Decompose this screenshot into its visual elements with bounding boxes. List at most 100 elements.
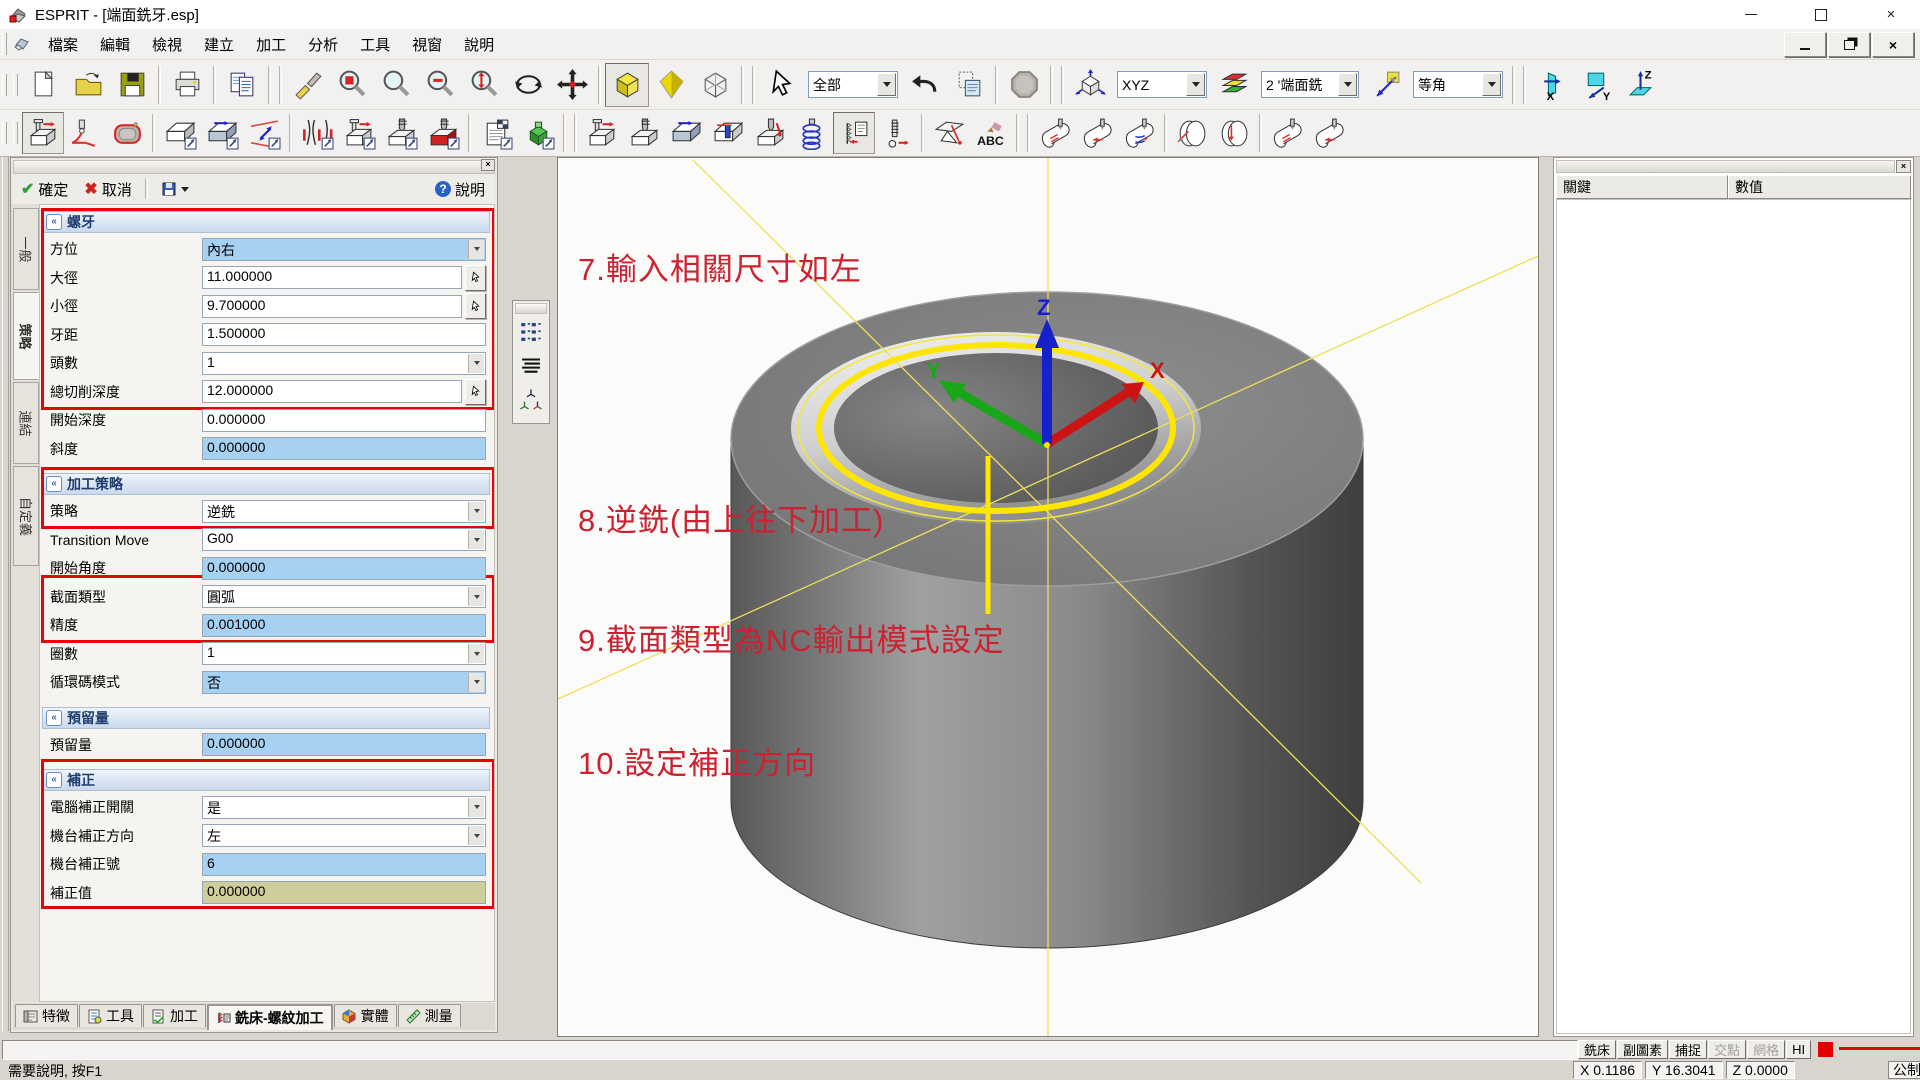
wall-op-icon[interactable]: [707, 112, 749, 154]
menu-3[interactable]: 建立: [193, 34, 245, 57]
side-tab-3[interactable]: 自定義: [13, 466, 39, 566]
selection-filter-combo[interactable]: 全部: [808, 71, 898, 98]
select-field[interactable]: 1: [202, 352, 486, 375]
menu-4[interactable]: 加工: [245, 34, 297, 57]
shaded-view-icon[interactable]: [605, 63, 649, 107]
chevron-down-icon[interactable]: [468, 502, 484, 521]
menu-2[interactable]: 檢視: [141, 34, 193, 57]
solid-block-icon[interactable]: [517, 112, 559, 154]
chevron-down-icon[interactable]: [468, 644, 484, 663]
toggle-1[interactable]: 副圖素: [1617, 1040, 1668, 1059]
rendered-view-icon[interactable]: [649, 63, 693, 107]
thread-cycle-icon[interactable]: [833, 112, 875, 154]
collapse-chevron-icon[interactable]: «: [46, 772, 62, 788]
chevron-down-icon[interactable]: [877, 73, 896, 96]
right-panel-grip[interactable]: [1556, 160, 1895, 173]
panel-edge-grip[interactable]: [2, 157, 9, 1031]
wrap-mill-2-icon[interactable]: [1213, 112, 1255, 154]
contour-milling-icon[interactable]: [64, 112, 106, 154]
zoom-out-icon[interactable]: [418, 63, 462, 107]
select-field[interactable]: 左: [202, 824, 486, 847]
plane-z-icon[interactable]: Z: [1618, 63, 1662, 107]
face-op2-icon[interactable]: [581, 112, 623, 154]
chevron-down-icon[interactable]: [468, 587, 484, 606]
cyl-mill-1-icon[interactable]: [1266, 112, 1308, 154]
save-settings-button[interactable]: [153, 179, 197, 199]
rotary-mill-1-icon[interactable]: [1034, 112, 1076, 154]
input-field[interactable]: 11.000000: [202, 266, 462, 289]
menu-6[interactable]: 工具: [349, 34, 401, 57]
tap-op-icon[interactable]: [875, 112, 917, 154]
cyl-mill-2-icon[interactable]: [1308, 112, 1350, 154]
chevron-down-icon[interactable]: [1338, 73, 1357, 96]
view-combo[interactable]: 等角: [1413, 71, 1503, 98]
plane-y-icon[interactable]: Y: [1574, 63, 1618, 107]
pattern-points-icon[interactable]: [516, 316, 546, 348]
drill-op-icon[interactable]: [380, 112, 422, 154]
input-field[interactable]: 0.000000: [202, 437, 486, 460]
zoom-dynamic-icon[interactable]: [462, 63, 506, 107]
minimize-icon[interactable]: [1740, 6, 1762, 24]
feature-face-icon[interactable]: [159, 112, 201, 154]
chevron-down-icon[interactable]: [468, 354, 484, 373]
input-field[interactable]: 12.000000: [202, 380, 462, 403]
bottom-tab-4[interactable]: 實體: [334, 1004, 397, 1027]
menu-1[interactable]: 編輯: [89, 34, 141, 57]
toggle-0[interactable]: 銑床: [1578, 1040, 1616, 1059]
select-field[interactable]: G00: [202, 528, 486, 551]
plane-x-icon[interactable]: X: [1530, 63, 1574, 107]
face-milling-icon[interactable]: [22, 112, 64, 154]
side-tab-1[interactable]: 策略: [13, 292, 39, 380]
chevron-down-icon[interactable]: [1482, 73, 1501, 96]
mdi-restore-icon[interactable]: [1828, 32, 1870, 57]
rotary-mill-3-icon[interactable]: [1118, 112, 1160, 154]
chevron-down-icon[interactable]: [468, 240, 484, 259]
work-planes-icon[interactable]: [516, 384, 546, 416]
open-file-icon[interactable]: [66, 63, 110, 107]
select-field[interactable]: 是: [202, 796, 486, 819]
workplane-icon[interactable]: [1068, 63, 1112, 107]
layers-icon[interactable]: [1212, 63, 1256, 107]
bottom-tab-1[interactable]: 工具: [79, 1004, 142, 1027]
pick-from-screen-button[interactable]: [465, 265, 486, 291]
stack-lines-icon[interactable]: [516, 350, 546, 382]
bottom-tab-2[interactable]: 加工: [143, 1004, 206, 1027]
facing-op-icon[interactable]: [338, 112, 380, 154]
wrap-mill-1-icon[interactable]: [1171, 112, 1213, 154]
chevron-down-icon[interactable]: [468, 826, 484, 845]
restore-icon[interactable]: [1810, 6, 1832, 24]
toggle-5[interactable]: HI: [1786, 1040, 1811, 1059]
save-file-icon[interactable]: [110, 63, 154, 107]
help-button[interactable]: ?說明: [435, 179, 485, 200]
section-header[interactable]: «預留量: [42, 707, 490, 729]
section-header[interactable]: «加工策略: [42, 473, 490, 495]
input-field[interactable]: 0.000000: [202, 557, 486, 580]
copy-special-icon[interactable]: [947, 63, 991, 107]
select-cursor-icon[interactable]: [759, 63, 803, 107]
input-field[interactable]: 0.001000: [202, 614, 486, 637]
select-field[interactable]: 1: [202, 642, 486, 665]
select-field[interactable]: 內右: [202, 238, 486, 261]
pick-from-screen-button[interactable]: [465, 379, 486, 405]
cancel-button[interactable]: ✖取消: [76, 177, 139, 202]
bevel-op-icon[interactable]: [928, 112, 970, 154]
select-field[interactable]: 圓弧: [202, 585, 486, 608]
mdi-minimize-icon[interactable]: [1784, 32, 1826, 57]
chamfer-op-icon[interactable]: [296, 112, 338, 154]
bottom-tab-0[interactable]: 特徵: [15, 1004, 78, 1027]
menu-7[interactable]: 視窗: [401, 34, 453, 57]
toggle-2[interactable]: 捕捉: [1669, 1040, 1707, 1059]
collapse-chevron-icon[interactable]: «: [46, 710, 62, 726]
select-field[interactable]: 逆銑: [202, 500, 486, 523]
chevron-down-icon[interactable]: [468, 530, 484, 549]
collapse-chevron-icon[interactable]: «: [46, 214, 62, 230]
menu-8[interactable]: 說明: [453, 34, 505, 57]
thread-mill-op-icon[interactable]: [422, 112, 464, 154]
feature-axis-icon[interactable]: [243, 112, 285, 154]
panel-close-icon[interactable]: ×: [481, 159, 495, 171]
pick-from-screen-button[interactable]: [465, 293, 486, 319]
pan-view-icon[interactable]: [550, 63, 594, 107]
view-direction-icon[interactable]: [1364, 63, 1408, 107]
select-field[interactable]: 否: [202, 671, 486, 694]
pocket-op2-icon[interactable]: [665, 112, 707, 154]
